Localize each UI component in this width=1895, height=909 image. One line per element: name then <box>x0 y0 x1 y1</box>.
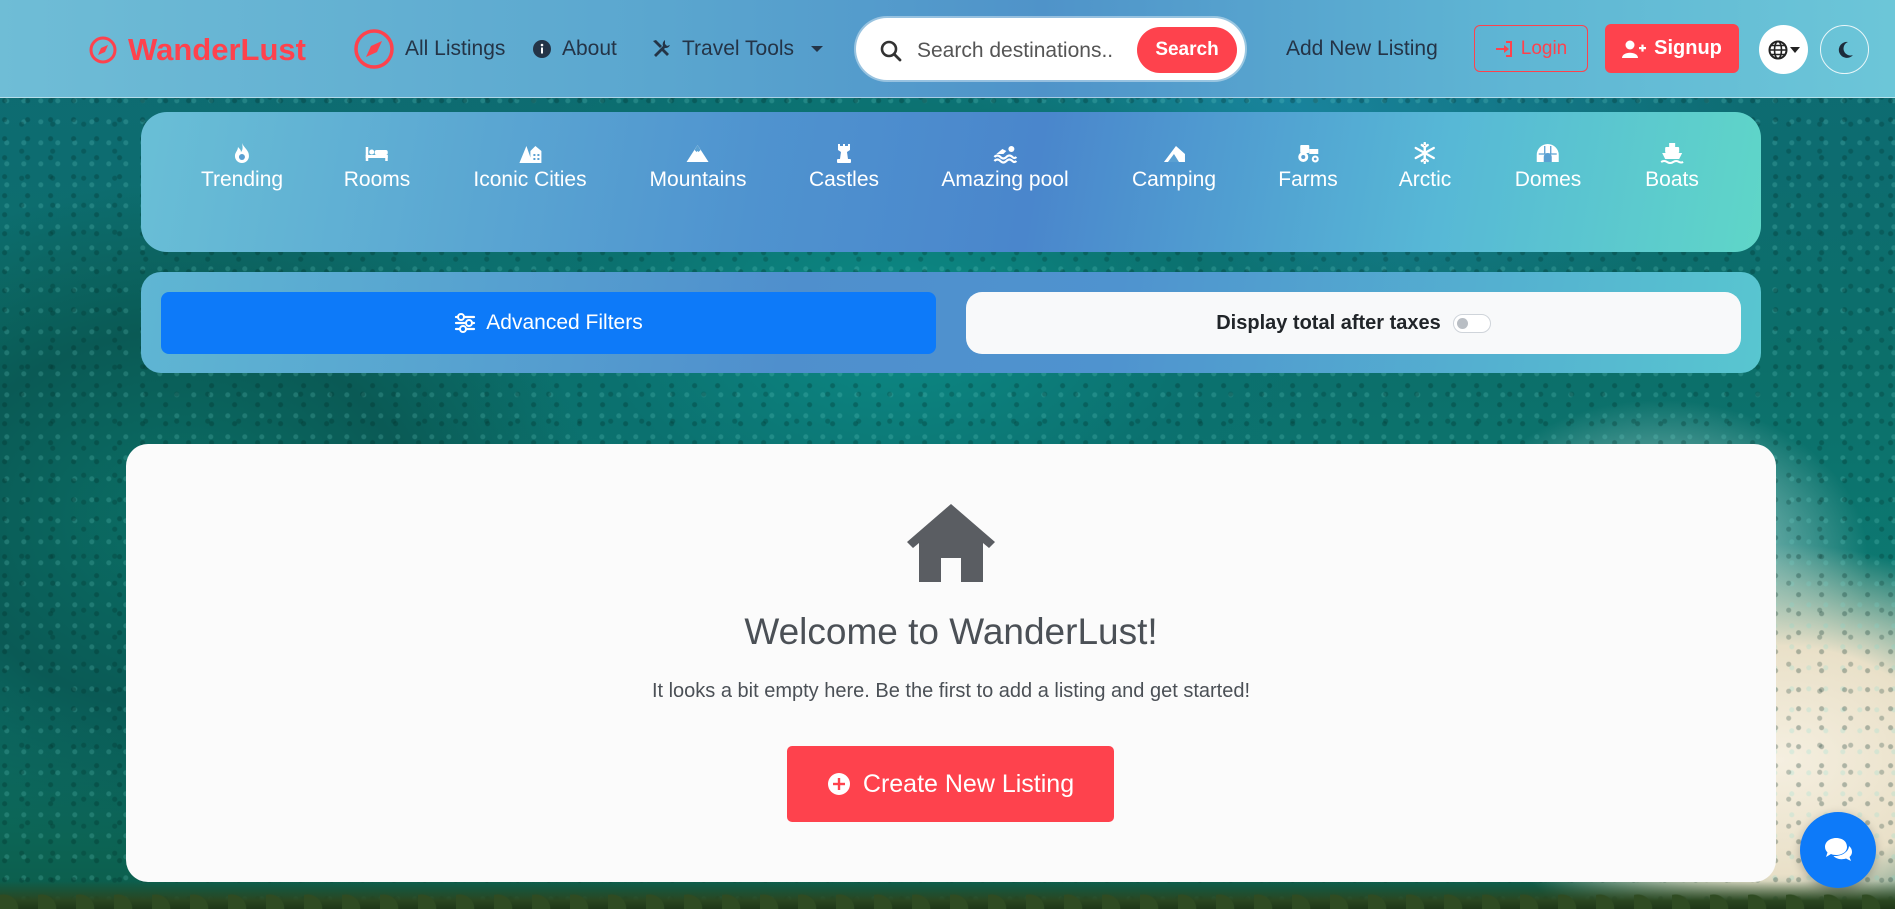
search-bar: Search <box>856 18 1245 80</box>
fire-icon <box>234 143 249 163</box>
category-label: Boats <box>1645 168 1699 191</box>
tools-icon <box>653 40 670 57</box>
city-icon <box>518 146 541 163</box>
bed-icon <box>366 147 388 161</box>
category-label: Trending <box>200 168 284 191</box>
category-farms[interactable]: Farms <box>1278 142 1338 214</box>
mountain-icon <box>686 145 709 162</box>
category-trending[interactable]: Trending <box>201 142 283 214</box>
category-arctic[interactable]: Arctic <box>1398 142 1452 214</box>
sliders-icon <box>455 313 476 333</box>
category-label: Farms <box>1278 168 1338 191</box>
tractor-icon <box>1298 145 1319 163</box>
nav-all-listings[interactable]: All Listings <box>353 28 505 70</box>
compass-icon <box>89 36 117 64</box>
login-label: Login <box>1520 37 1568 59</box>
compass-icon <box>354 29 394 69</box>
comments-icon <box>1825 838 1852 861</box>
swimmer-icon <box>993 146 1017 164</box>
signup-label: Signup <box>1654 37 1722 59</box>
login-button[interactable]: Login <box>1474 25 1588 72</box>
snowflake-icon <box>1414 142 1436 164</box>
nav-all-listings-label: All Listings <box>405 37 506 60</box>
globe-icon <box>1768 40 1787 59</box>
brand-name: WanderLust <box>128 32 306 67</box>
info-circle-icon <box>533 40 551 58</box>
taxes-toggle-container: Display total after taxes <box>966 292 1741 354</box>
taxes-toggle-switch[interactable] <box>1452 313 1491 333</box>
sign-in-icon <box>1495 40 1512 57</box>
category-iconic-cities[interactable]: Iconic Cities <box>473 142 587 214</box>
advanced-filters-label: Advanced Filters <box>486 311 643 334</box>
nav-travel-tools-dropdown[interactable]: Travel Tools <box>650 28 824 70</box>
create-new-listing-label: Create New Listing <box>862 769 1075 798</box>
category-amazing-pool[interactable]: Amazing pool <box>941 142 1069 214</box>
category-rooms[interactable]: Rooms <box>343 142 411 214</box>
nav-travel-tools-label: Travel Tools <box>682 37 795 60</box>
category-filter-bar: Trending Rooms Iconic Cities Mountains C… <box>141 112 1761 252</box>
igloo-icon <box>1537 144 1559 162</box>
search-input[interactable] <box>915 31 1129 71</box>
chat-button[interactable] <box>1800 812 1876 888</box>
category-label: Amazing pool <box>941 168 1069 191</box>
category-boats[interactable]: Boats <box>1645 142 1699 214</box>
welcome-subtitle: It looks a bit empty here. Be the first … <box>651 680 1251 702</box>
search-icon <box>880 40 902 62</box>
signup-button[interactable]: Signup <box>1605 24 1739 73</box>
caret-down-icon <box>811 46 824 52</box>
category-label: Mountains <box>649 168 747 191</box>
background-foliage <box>0 881 1895 909</box>
nav-about-label: About <box>562 37 617 60</box>
category-label: Castles <box>808 168 880 191</box>
taxes-toggle-label: Display total after taxes <box>1216 311 1441 334</box>
ship-icon <box>1660 143 1684 164</box>
plus-circle-icon <box>827 773 850 795</box>
empty-state-card: Welcome to WanderLust! It looks a bit em… <box>126 444 1776 882</box>
advanced-filters-button[interactable]: Advanced Filters <box>161 292 936 354</box>
theme-toggle[interactable] <box>1820 25 1869 74</box>
home-icon <box>907 504 995 582</box>
nav-about[interactable]: About <box>532 28 617 70</box>
category-label: Arctic <box>1398 168 1452 191</box>
search-button[interactable]: Search <box>1137 27 1237 73</box>
category-label: Camping <box>1131 168 1217 191</box>
brand-logo[interactable]: WanderLust <box>88 30 306 70</box>
category-label: Domes <box>1514 168 1582 191</box>
language-selector[interactable] <box>1759 25 1808 74</box>
category-camping[interactable]: Camping <box>1132 142 1216 214</box>
category-mountains[interactable]: Mountains <box>649 142 747 214</box>
user-plus-icon <box>1622 40 1647 58</box>
category-label: Iconic Cities <box>473 168 587 191</box>
nav-add-new-listing[interactable]: Add New Listing <box>1286 28 1438 70</box>
category-castles[interactable]: Castles <box>809 142 879 214</box>
filter-bar: Advanced Filters Display total after tax… <box>141 272 1761 373</box>
create-new-listing-button[interactable]: Create New Listing <box>787 746 1114 822</box>
category-domes[interactable]: Domes <box>1514 142 1582 214</box>
campground-icon <box>1163 146 1185 162</box>
navbar: WanderLust All Listings About Travel Too… <box>0 0 1895 98</box>
castle-icon <box>837 144 851 163</box>
category-label: Rooms <box>343 168 411 191</box>
welcome-title: Welcome to WanderLust! <box>744 611 1158 652</box>
moon-icon <box>1838 41 1853 58</box>
caret-down-icon <box>1789 46 1800 53</box>
